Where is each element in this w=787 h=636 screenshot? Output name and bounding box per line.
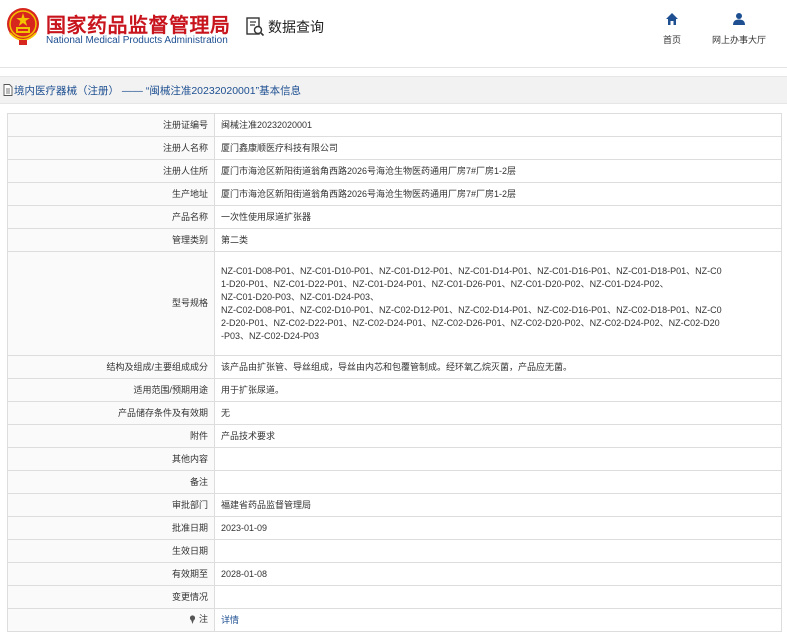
document-icon bbox=[3, 84, 13, 96]
model-spec-line: NZ-C01-D20-P03、NZ-C01-D24-P03、 bbox=[221, 291, 380, 302]
home-icon bbox=[666, 13, 678, 25]
table-row: 审批部门 福建省药品监督管理局 bbox=[7, 493, 782, 517]
site-title-english: National Medical Products Administration bbox=[46, 35, 228, 46]
nav-online-office-label: 网上办事大厅 bbox=[711, 35, 766, 45]
table-row: 生效日期 bbox=[7, 539, 782, 563]
field-label: 产品名称 bbox=[7, 205, 215, 229]
field-label: 注册人名称 bbox=[7, 136, 215, 160]
note-label-text: 注 bbox=[198, 613, 208, 624]
model-spec-value: NZ-C01-D08-P01、NZ-C01-D10-P01、NZ-C01-D12… bbox=[214, 251, 782, 356]
table-row: 产品名称 一次性使用尿道扩张器 bbox=[7, 205, 782, 229]
table-row: 注 详情 bbox=[7, 608, 782, 632]
field-value: 2023-01-09 bbox=[214, 516, 782, 540]
field-value: 2028-01-08 bbox=[214, 562, 782, 586]
field-value: 厦门市海沧区新阳街道翁角西路2026号海沧生物医药通用厂房7#厂房1-2层 bbox=[214, 159, 782, 183]
field-value: 厦门市海沧区新阳街道翁角西路2026号海沧生物医药通用厂房7#厂房1-2层 bbox=[214, 182, 782, 206]
data-query-label: 数据查询 bbox=[268, 19, 324, 35]
field-value bbox=[214, 539, 782, 563]
field-value bbox=[214, 447, 782, 471]
field-label: 注册人住所 bbox=[7, 159, 215, 183]
field-value: 产品技术要求 bbox=[214, 424, 782, 448]
table-row: 批准日期 2023-01-09 bbox=[7, 516, 782, 540]
field-label: 变更情况 bbox=[7, 585, 215, 609]
field-value: 一次性使用尿道扩张器 bbox=[214, 205, 782, 229]
field-label: 审批部门 bbox=[7, 493, 215, 517]
details-link[interactable]: 详情 bbox=[221, 615, 239, 625]
device-detail-table: 注册证编号 闽械注准20232020001 注册人名称 厦门鑫康顺医疗科技有限公… bbox=[7, 113, 782, 632]
field-label: 注册证编号 bbox=[7, 113, 215, 137]
field-label: 产品储存条件及有效期 bbox=[7, 401, 215, 425]
field-label: 型号规格 bbox=[7, 251, 215, 356]
breadcrumb: 境内医疗器械（注册） —— “闽械注准20232020001”基本信息 bbox=[0, 76, 787, 104]
user-icon bbox=[733, 13, 745, 25]
table-row: 备注 bbox=[7, 470, 782, 494]
table-row: 注册证编号 闽械注准20232020001 bbox=[7, 113, 782, 137]
field-label: 生产地址 bbox=[7, 182, 215, 206]
table-row: 型号规格 NZ-C01-D08-P01、NZ-C01-D10-P01、NZ-C0… bbox=[7, 251, 782, 356]
field-value: 福建省药品监督管理局 bbox=[214, 493, 782, 517]
model-spec-line: NZ-C01-D08-P01、NZ-C01-D10-P01、NZ-C01-D12… bbox=[221, 265, 722, 276]
breadcrumb-text: 境内医疗器械（注册） —— “闽械注准20232020001”基本信息 bbox=[14, 84, 302, 97]
table-row: 其他内容 bbox=[7, 447, 782, 471]
table-row: 注册人住所 厦门市海沧区新阳街道翁角西路2026号海沧生物医药通用厂房7#厂房1… bbox=[7, 159, 782, 183]
nav-online-office[interactable]: 网上办事大厅 bbox=[704, 12, 774, 48]
table-row: 变更情况 bbox=[7, 585, 782, 609]
field-label: 附件 bbox=[7, 424, 215, 448]
note-label: 注 bbox=[189, 613, 208, 626]
pin-icon bbox=[189, 614, 196, 624]
model-spec-line: NZ-C02-D08-P01、NZ-C02-D10-P01、NZ-C02-D12… bbox=[221, 304, 722, 315]
field-value: 第二类 bbox=[214, 228, 782, 252]
table-row: 有效期至 2028-01-08 bbox=[7, 562, 782, 586]
field-label: 备注 bbox=[7, 470, 215, 494]
table-row: 生产地址 厦门市海沧区新阳街道翁角西路2026号海沧生物医药通用厂房7#厂房1-… bbox=[7, 182, 782, 206]
table-row: 管理类别 第二类 bbox=[7, 228, 782, 252]
site-title: 国家药品监督管理局 bbox=[46, 15, 231, 37]
field-label: 其他内容 bbox=[7, 447, 215, 471]
table-row: 注册人名称 厦门鑫康顺医疗科技有限公司 bbox=[7, 136, 782, 160]
model-spec-line: -P03、NZ-C02-D24-P03 bbox=[221, 330, 320, 341]
table-row: 附件 产品技术要求 bbox=[7, 424, 782, 448]
model-spec-line: 1-D20-P01、NZ-C01-D22-P01、NZ-C01-D24-P01、… bbox=[221, 278, 669, 289]
field-value: 详情 bbox=[214, 608, 782, 632]
field-value: 无 bbox=[214, 401, 782, 425]
field-value: 厦门鑫康顺医疗科技有限公司 bbox=[214, 136, 782, 160]
field-label: 批准日期 bbox=[7, 516, 215, 540]
model-spec-line: 2-D20-P01、NZ-C02-D22-P01、NZ-C02-D24-P01、… bbox=[221, 317, 720, 328]
field-value: 闽械注准20232020001 bbox=[214, 113, 782, 137]
document-search-icon bbox=[246, 17, 265, 37]
data-query-link[interactable]: 数据查询 bbox=[244, 16, 324, 38]
table-row: 产品储存条件及有效期 无 bbox=[7, 401, 782, 425]
site-header: 国家药品监督管理局 National Medical Products Admi… bbox=[0, 0, 787, 68]
field-label: 管理类别 bbox=[7, 228, 215, 252]
field-label: 适用范围/预期用途 bbox=[7, 378, 215, 402]
nav-home-label: 首页 bbox=[662, 35, 681, 45]
field-label: 结构及组成/主要组成成分 bbox=[7, 355, 215, 379]
table-row: 适用范围/预期用途 用于扩张尿道。 bbox=[7, 378, 782, 402]
field-value: 用于扩张尿道。 bbox=[214, 378, 782, 402]
table-row: 结构及组成/主要组成成分 该产品由扩张管、导丝组成，导丝由内芯和包覆管制成。经环… bbox=[7, 355, 782, 379]
field-value: 该产品由扩张管、导丝组成，导丝由内芯和包覆管制成。经环氧乙烷灭菌，产品应无菌。 bbox=[214, 355, 782, 379]
field-value bbox=[214, 585, 782, 609]
field-label: 有效期至 bbox=[7, 562, 215, 586]
field-value bbox=[214, 470, 782, 494]
nav-home[interactable]: 首页 bbox=[652, 12, 692, 48]
field-label: 生效日期 bbox=[7, 539, 215, 563]
note-label-cell: 注 bbox=[7, 608, 215, 632]
national-emblem-icon bbox=[7, 8, 39, 45]
